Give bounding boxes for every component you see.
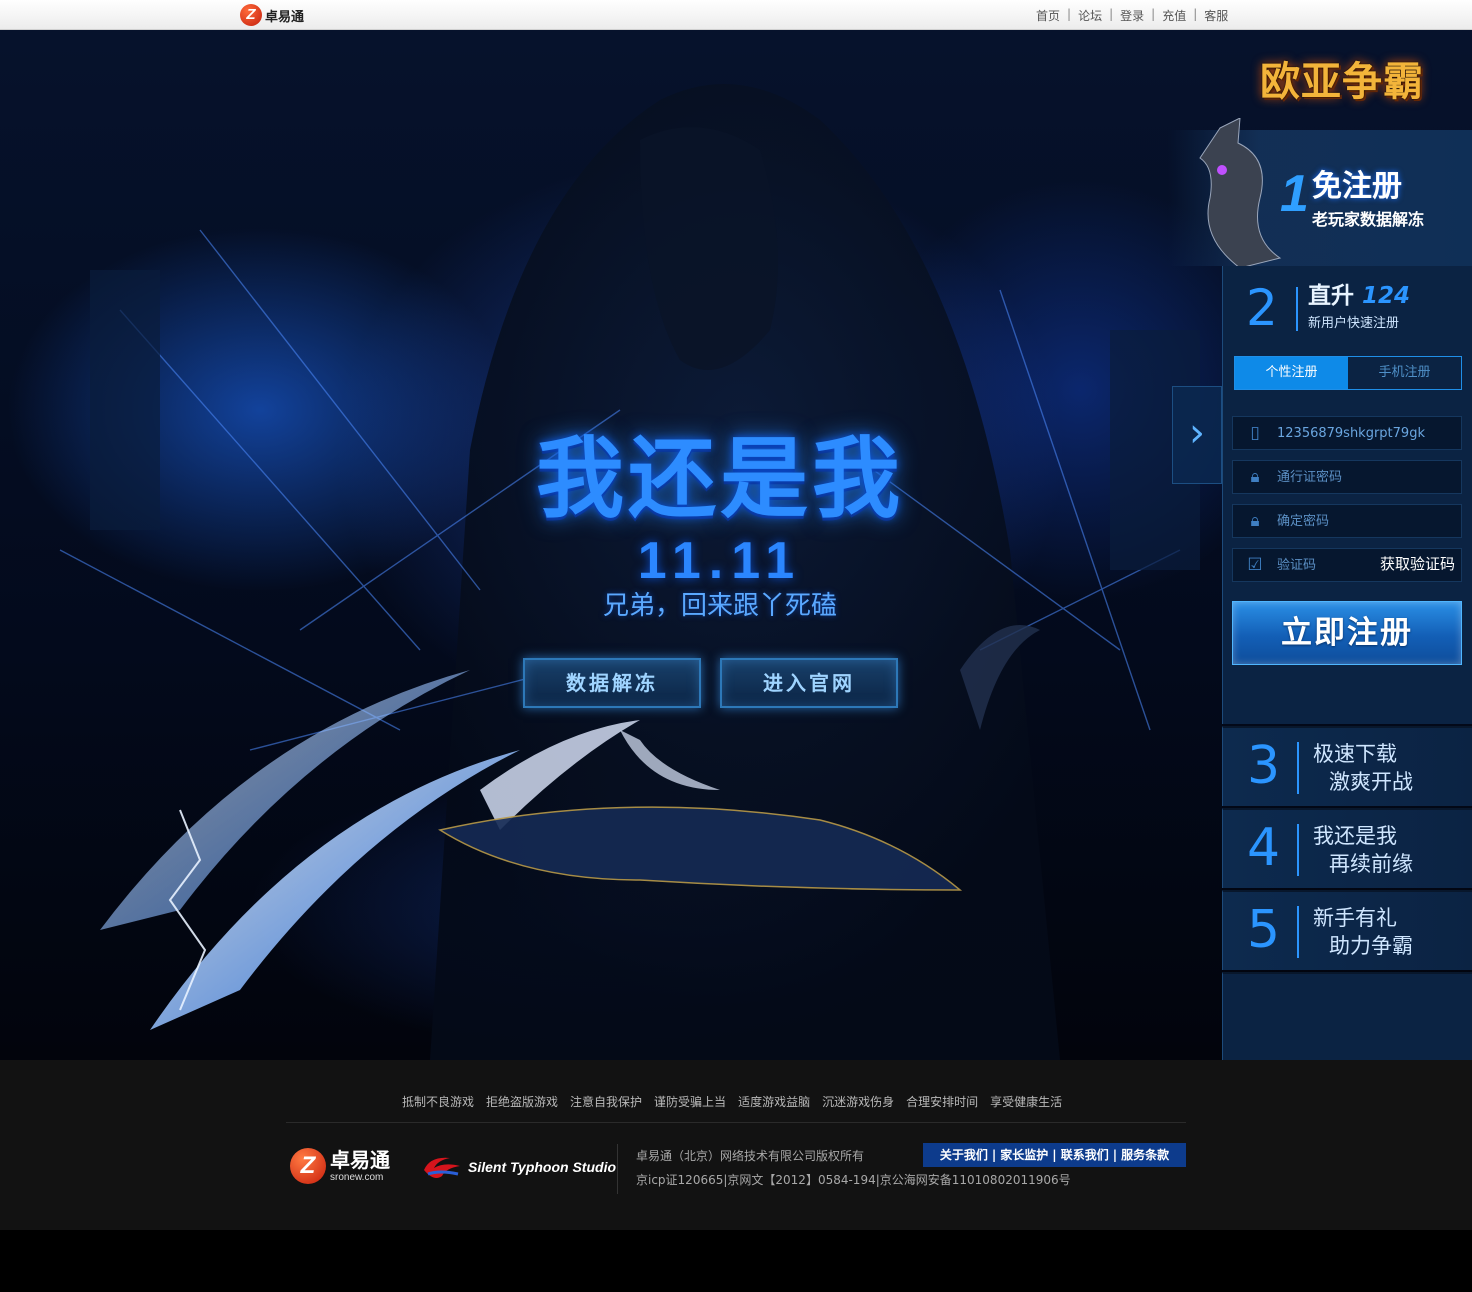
step1-subtitle: 老玩家数据解冻: [1312, 210, 1425, 229]
studio-name: Silent Typhoon Studio: [468, 1159, 617, 1175]
nav-separator: |: [1193, 7, 1198, 21]
register-tabs: 个性注册 手机注册: [1234, 356, 1462, 390]
about-us-link[interactable]: 关于我们: [940, 1149, 988, 1161]
get-captcha-link[interactable]: 获取验证码: [1380, 557, 1455, 572]
health-notice-item: 谨防受骗上当: [654, 1095, 727, 1109]
nav-home[interactable]: 首页: [1036, 7, 1060, 24]
hero-title: 我还是我: [535, 427, 904, 530]
step-number: 5: [1247, 900, 1281, 960]
health-notice-item: 合理安排时间: [906, 1095, 979, 1109]
step2-level: 124: [1362, 283, 1411, 309]
register-now-button[interactable]: 立即注册: [1232, 601, 1462, 665]
nav-recharge[interactable]: 充值: [1162, 7, 1186, 24]
step-divider: [1297, 906, 1299, 958]
step2-divider: [1296, 287, 1298, 331]
password-placeholder: 通行证密码: [1277, 469, 1343, 485]
step-line2: 再续前缘: [1329, 852, 1413, 876]
confirm-password-placeholder: 确定密码: [1277, 513, 1330, 529]
terms-link[interactable]: 服务条款: [1121, 1149, 1169, 1161]
footer-logo-icon: Z: [290, 1148, 326, 1184]
footer-nav-separator: |: [1052, 1148, 1057, 1162]
step1-title: 免注册: [1312, 169, 1402, 204]
tab-custom-register[interactable]: 个性注册: [1235, 357, 1348, 389]
parental-control-link[interactable]: 家长监护: [1000, 1149, 1048, 1161]
nav-forum[interactable]: 论坛: [1078, 7, 1102, 24]
health-notice-item: 抵制不良游戏: [402, 1095, 475, 1109]
step-number: 3: [1247, 736, 1281, 796]
brand-logo-icon: Z: [240, 4, 262, 26]
step-line2: 激爽开战: [1329, 770, 1413, 794]
step1-number: 1: [1280, 165, 1309, 223]
username-field[interactable]: ▯ 12356879shkgrpt79gk: [1232, 416, 1462, 450]
confirm-password-field[interactable]: 🔒︎ 确定密码: [1232, 504, 1462, 538]
serpent-icon: [1199, 118, 1282, 268]
nav-login[interactable]: 登录: [1120, 7, 1144, 24]
step-line1: 我还是我: [1313, 824, 1397, 848]
footer-logo-text: 卓易通 sronew.com: [330, 1150, 390, 1183]
typhoon-icon: [424, 1157, 460, 1178]
footer-logo-domain: sronew.com: [330, 1171, 384, 1183]
contact-us-link[interactable]: 联系我们: [1061, 1149, 1109, 1161]
footer-nav-separator: |: [1112, 1148, 1118, 1162]
step-5: 5 新手有礼 助力争霸: [1222, 890, 1472, 970]
enter-official-site-button[interactable]: 进入官网: [720, 658, 898, 708]
step-line1: 新手有礼: [1313, 906, 1397, 930]
tab-phone-register[interactable]: 手机注册: [1348, 357, 1461, 389]
game-logo: 欧亚争霸: [1260, 58, 1424, 105]
username-value: 12356879shkgrpt79gk: [1277, 425, 1425, 441]
footer-brand-logo[interactable]: Z 卓易通 sronew.com: [290, 1148, 390, 1184]
data-unfreeze-button[interactable]: 数据解冻: [523, 658, 701, 708]
brand-logo[interactable]: Z 卓易通: [240, 4, 304, 26]
password-field[interactable]: 🔒︎ 通行证密码: [1232, 460, 1462, 494]
copyright-text: 卓易通（北京）网络技术有限公司版权所有: [636, 1149, 865, 1163]
panel-bottom: [1222, 972, 1472, 1060]
captcha-placeholder: 验证码: [1277, 557, 1317, 573]
step-4: 4 我还是我 再续前缘: [1222, 808, 1472, 888]
health-notice-item: 注意自我保护: [570, 1095, 643, 1109]
step2-number: 2: [1246, 279, 1278, 337]
lock-icon: 🔒︎: [1250, 510, 1260, 531]
brand-name: 卓易通: [265, 9, 305, 25]
footer-nav: 关于我们 | 家长监护 | 联系我们 | 服务条款: [923, 1143, 1186, 1167]
step-line2: 助力争霸: [1329, 934, 1413, 958]
hero-subtitle: 兄弟，回来跟丫死磕: [602, 591, 837, 621]
nav-service[interactable]: 客服: [1204, 7, 1228, 24]
step2-subtitle: 新用户快速注册: [1308, 316, 1400, 331]
nav-separator: |: [1067, 7, 1072, 21]
checkbox-icon: ☑: [1247, 554, 1263, 575]
step2-title: 直升 124: [1308, 285, 1410, 308]
health-notice-item: 沉迷游戏伤身: [822, 1095, 895, 1109]
health-notice-item: 拒绝盗版游戏: [486, 1095, 559, 1109]
nav-separator: |: [1109, 7, 1114, 21]
nav-separator: |: [1151, 7, 1156, 21]
top-bar: Z 卓易通 首页 | 论坛 | 登录 | 充值 | 客服: [0, 0, 1472, 30]
phone-icon: ▯: [1250, 422, 1260, 443]
health-notice: 抵制不良游戏 拒绝盗版游戏 注意自我保护 谨防受骗上当 适度游戏益脑 沉迷游戏伤…: [402, 1096, 1062, 1108]
footer: 抵制不良游戏 拒绝盗版游戏 注意自我保护 谨防受骗上当 适度游戏益脑 沉迷游戏伤…: [0, 1060, 1472, 1230]
step-divider: [1297, 824, 1299, 876]
lock-icon: 🔒︎: [1250, 466, 1260, 487]
captcha-field[interactable]: ☑ 验证码 获取验证码: [1232, 548, 1462, 582]
footer-divider: [286, 1122, 1186, 1123]
step-number: 4: [1247, 818, 1281, 878]
studio-logo[interactable]: Silent Typhoon Studio: [420, 1152, 616, 1182]
footer-nav-separator: |: [991, 1148, 997, 1162]
health-notice-item: 适度游戏益脑: [738, 1095, 811, 1109]
chevron-right-icon[interactable]: ›: [1172, 386, 1222, 484]
step2-title-text: 直升: [1308, 283, 1354, 309]
step-line1: 极速下载: [1313, 742, 1397, 766]
step-3: 3 极速下载 激爽开战: [1222, 726, 1472, 806]
top-nav: 首页 | 论坛 | 登录 | 充值 | 客服: [1036, 7, 1228, 24]
health-notice-item: 享受健康生活: [990, 1095, 1063, 1109]
icp-text: 京icp证120665|京网文【2012】0584-194|京公海网安备1101…: [636, 1173, 1071, 1187]
footer-logo-name: 卓易通: [330, 1147, 390, 1172]
hero-date: 11.11: [637, 532, 803, 590]
footer-vertical-divider: [617, 1144, 618, 1194]
step-divider: [1297, 742, 1299, 794]
